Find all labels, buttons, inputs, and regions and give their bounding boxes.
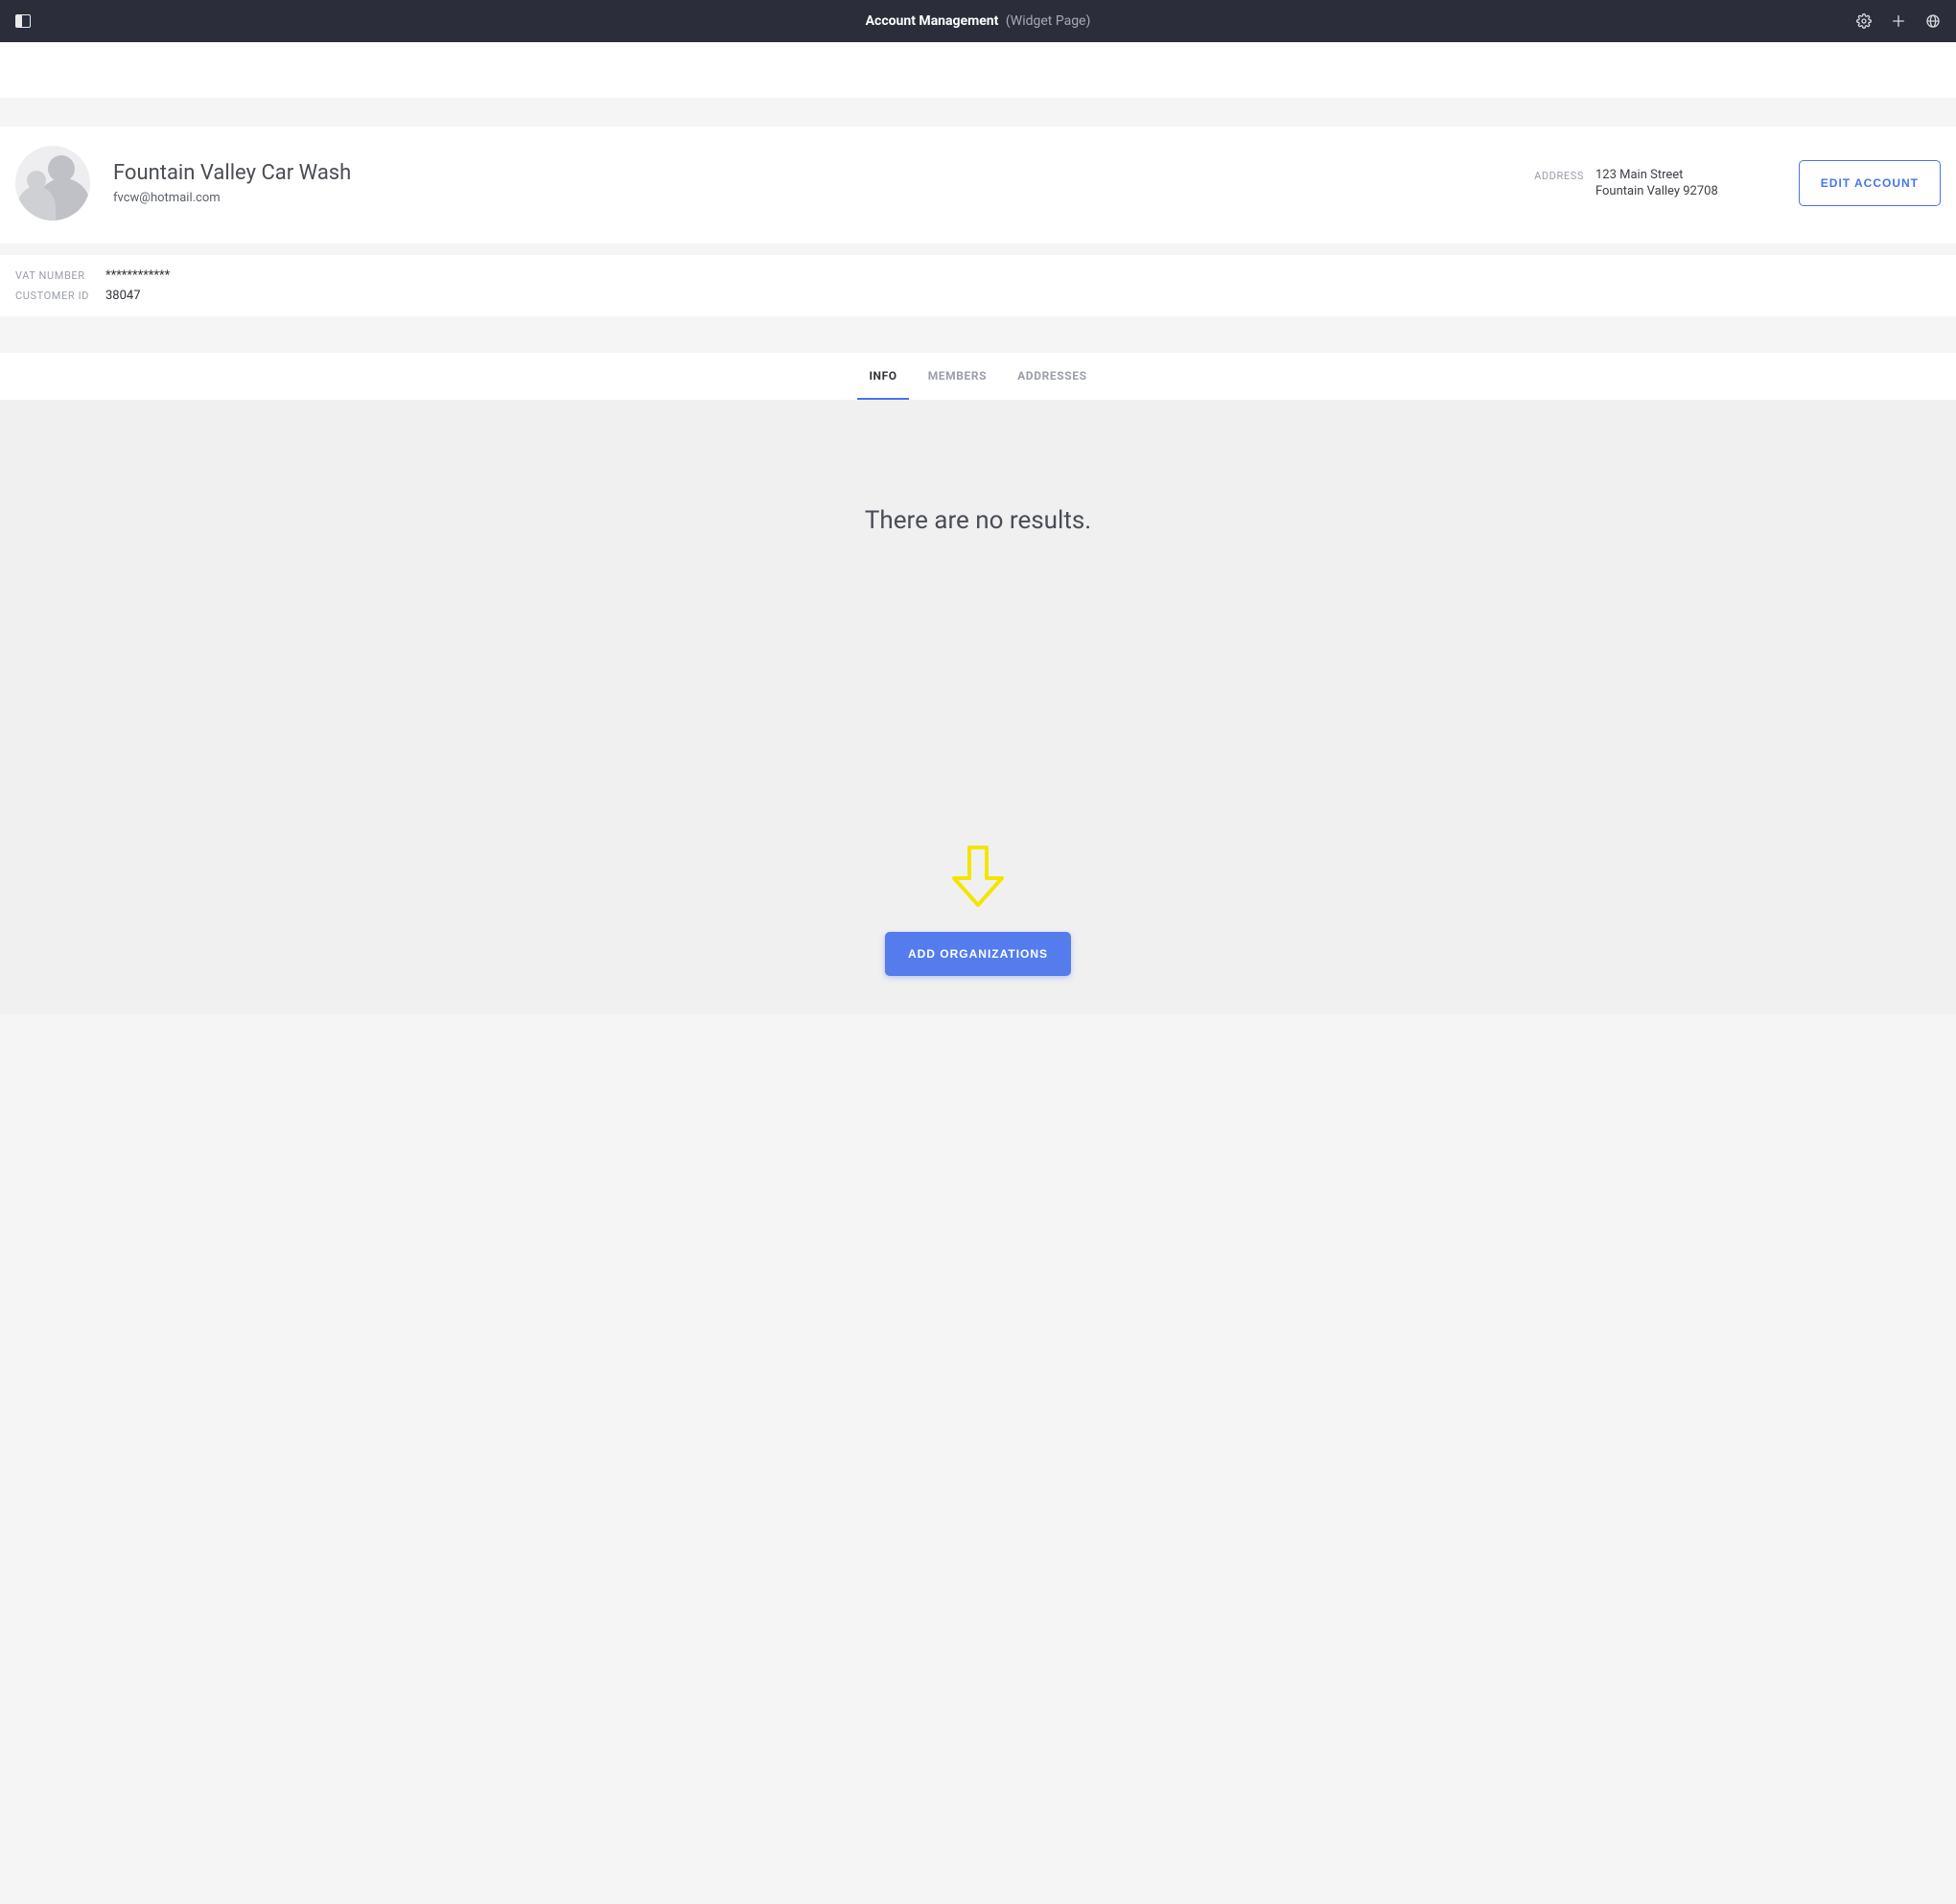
account-main-info: Fountain Valley Car Wash fvcw@hotmail.co… [113,161,351,205]
tab-addresses[interactable]: Addresses [1006,353,1098,400]
tab-members[interactable]: Members [917,353,998,400]
account-name: Fountain Valley Car Wash [113,161,351,185]
address-lines: 123 Main Street Fountain Valley 92708 [1595,168,1718,198]
top-bar-actions [1856,13,1941,29]
account-details-strip: VAT NUMBER ************ CUSTOMER ID 3804… [0,255,1956,316]
tab-info[interactable]: Info [857,353,908,400]
globe-icon[interactable] [1925,13,1941,29]
sidebar-toggle-icon[interactable] [15,14,31,28]
vat-number-label: VAT NUMBER [15,269,96,282]
address-label: ADDRESS [1534,168,1584,182]
address-line-1: 123 Main Street [1595,168,1718,182]
page-title: Account Management (Widget Page) [866,0,1091,42]
customer-id-row: CUSTOMER ID 38047 [15,289,1941,303]
account-summary-card: Fountain Valley Car Wash fvcw@hotmail.co… [0,127,1956,244]
edit-account-button[interactable]: Edit Account [1799,160,1941,206]
page-title-sub: (Widget Page) [1006,13,1091,29]
tabs-row: Info Members Addresses [0,353,1956,401]
tab-content-area: There are no results. Add Organizations [0,401,1956,1014]
account-email: fvcw@hotmail.com [113,191,351,205]
no-results-message: There are no results. [865,506,1091,535]
add-organizations-button[interactable]: Add Organizations [885,932,1071,976]
customer-id-value: 38047 [105,289,141,303]
top-bar-left [15,14,31,28]
arrow-down-icon [952,846,1004,909]
vat-number-value: ************ [105,268,170,283]
page-title-main: Account Management [866,13,999,29]
account-avatar-icon [15,146,90,221]
customer-id-label: CUSTOMER ID [15,290,96,302]
account-address-block: ADDRESS 123 Main Street Fountain Valley … [1534,168,1757,198]
header-spacer [0,42,1956,98]
plus-icon[interactable] [1891,13,1906,29]
address-line-2: Fountain Valley 92708 [1595,184,1718,198]
vat-number-row: VAT NUMBER ************ [15,268,1941,283]
gear-icon[interactable] [1856,13,1872,29]
top-bar: Account Management (Widget Page) [0,0,1956,42]
